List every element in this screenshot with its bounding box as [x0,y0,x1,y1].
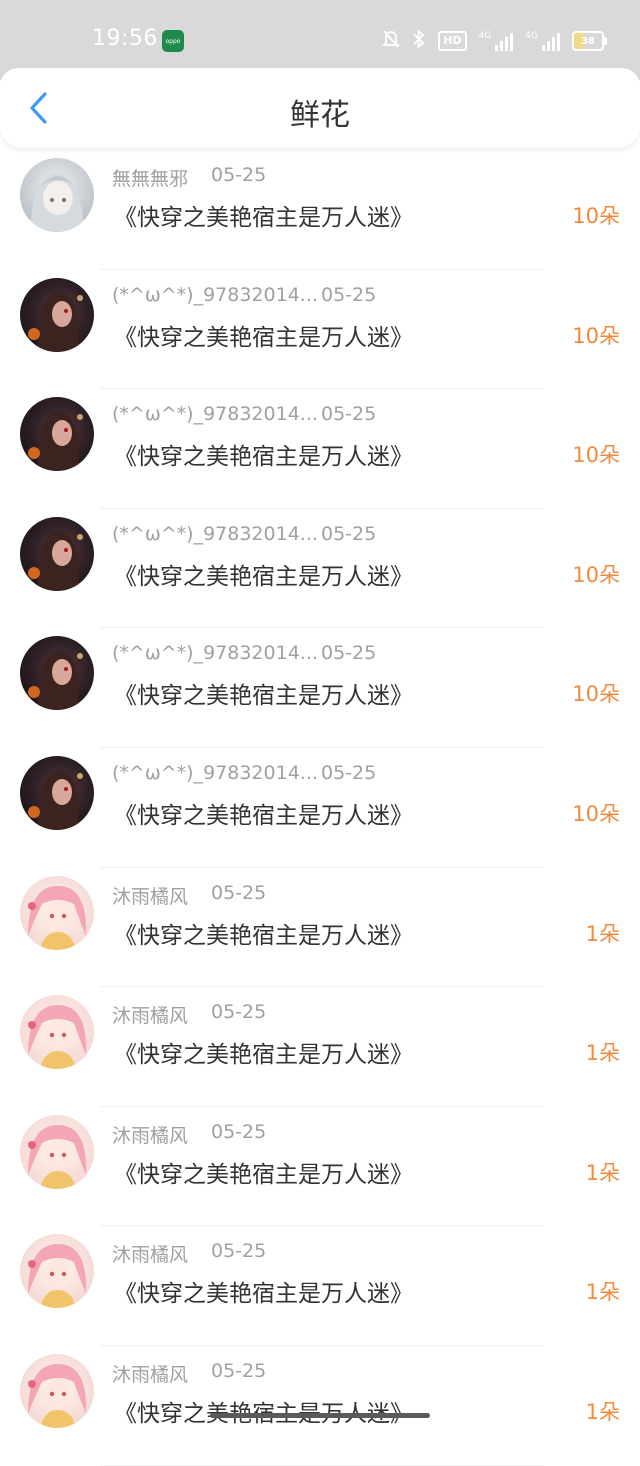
avatar[interactable] [20,1114,94,1189]
date-label: 05-25 [321,761,377,784]
date-label: 05-25 [211,1359,267,1382]
user-name[interactable]: (*^ω^*)_97832014... [112,403,318,425]
book-title[interactable]: 《快穿之美艳宿主是万人迷》 [114,796,413,830]
list-item[interactable]: 沐雨橘风 05-25 《快穿之美艳宿主是万人迷》 1朵 [0,868,640,988]
avatar[interactable] [20,158,94,232]
flower-count: 10朵 [572,562,620,587]
book-title[interactable]: 《快穿之美艳宿主是万人迷》 [114,557,413,591]
user-name[interactable]: 沐雨橘风 [112,1240,188,1267]
hd-icon: HD [438,31,467,51]
header-bar: 鲜花 [0,68,640,148]
oppo-app-icon: oppo [162,30,184,52]
flower-count: 10朵 [572,443,620,468]
page-title: 鲜花 [290,98,350,133]
avatar[interactable] [20,636,94,711]
avatar[interactable] [20,875,94,950]
date-label: 05-25 [211,1001,267,1024]
flower-list: 無無無邪 05-25 《快穿之美艳宿主是万人迷》 10朵 (*^ω^*)_9783201… [0,150,640,1466]
date-label: 05-25 [321,642,377,665]
avatar[interactable] [20,755,94,830]
list-item[interactable]: 沐雨橘风 05-25 《快穿之美艳宿主是万人迷》 1朵 [0,987,640,1107]
book-title[interactable]: 《快穿之美艳宿主是万人迷》 [114,318,413,352]
avatar[interactable] [20,1234,94,1309]
signal-icon-2: 4G [525,31,560,51]
list-item[interactable]: 沐雨橘风 05-25 《快穿之美艳宿主是万人迷》 1朵 [0,1107,640,1227]
list-item[interactable]: 無無無邪 05-25 《快穿之美艳宿主是万人迷》 10朵 [0,150,640,270]
date-label: 05-25 [211,164,267,186]
flower-count: 1朵 [585,1041,620,1066]
book-title[interactable]: 《快穿之美艳宿主是万人迷》 [114,916,413,950]
date-label: 05-25 [211,1240,267,1263]
flower-count: 10朵 [572,323,620,348]
avatar[interactable] [20,516,94,591]
flower-count: 10朵 [572,204,620,228]
list-item[interactable]: (*^ω^*)_97832014... 05-25 《快穿之美艳宿主是万人迷》 10朵 [0,389,640,509]
user-name[interactable]: 沐雨橘风 [112,1360,188,1387]
user-name[interactable]: 無無無邪 [112,164,188,191]
home-indicator[interactable] [210,1413,430,1418]
bluetooth-icon [412,28,426,54]
user-name[interactable]: (*^ω^*)_97832014... [112,284,318,306]
date-label: 05-25 [321,283,377,306]
date-label: 05-25 [211,1120,267,1143]
user-name[interactable]: (*^ω^*)_97832014... [112,642,318,664]
battery-level: 38 [581,35,595,47]
flower-count: 1朵 [585,1160,620,1185]
book-title[interactable]: 《快穿之美艳宿主是万人迷》 [114,437,413,471]
user-name[interactable]: (*^ω^*)_97832014... [112,523,318,545]
avatar[interactable] [20,995,94,1070]
avatar[interactable] [20,397,94,472]
list-item[interactable]: (*^ω^*)_97832014... 05-25 《快穿之美艳宿主是万人迷》 10朵 [0,748,640,868]
list-item[interactable]: (*^ω^*)_97832014... 05-25 《快穿之美艳宿主是万人迷》 10朵 [0,509,640,629]
user-name[interactable]: (*^ω^*)_97832014... [112,762,318,784]
date-label: 05-25 [211,881,267,904]
book-title[interactable]: 《快穿之美艳宿主是万人迷》 [114,1394,413,1428]
book-title[interactable]: 《快穿之美艳宿主是万人迷》 [114,1035,413,1069]
bell-muted-icon [382,29,401,54]
avatar[interactable] [20,1353,94,1428]
flower-count: 1朵 [585,921,620,946]
list-item[interactable]: 沐雨橘风 05-25 《快穿之美艳宿主是万人迷》 1朵 [0,1346,640,1466]
oppo-app-icon-label: oppo [165,37,181,45]
user-name[interactable]: 沐雨橘风 [112,1001,188,1028]
signal-icon: 4G [479,31,514,51]
user-name[interactable]: 沐雨橘风 [112,1121,188,1148]
signal-label: 4G [478,31,492,41]
user-name[interactable]: 沐雨橘风 [112,882,188,909]
flower-count: 1朵 [585,1399,620,1424]
flower-count: 10朵 [572,682,620,707]
list-item[interactable]: (*^ω^*)_97832014... 05-25 《快穿之美艳宿主是万人迷》 10朵 [0,628,640,748]
date-label: 05-25 [321,522,377,545]
date-label: 05-25 [321,403,377,426]
book-title[interactable]: 《快穿之美艳宿主是万人迷》 [114,676,413,710]
list-item[interactable]: 沐雨橘风 05-25 《快穿之美艳宿主是万人迷》 1朵 [0,1226,640,1346]
book-title[interactable]: 《快穿之美艳宿主是万人迷》 [114,198,413,232]
status-icons: HD 4G 4G 38 [382,28,607,54]
flower-count: 10朵 [572,801,620,826]
book-title[interactable]: 《快穿之美艳宿主是万人迷》 [114,1155,413,1189]
list-item[interactable]: (*^ω^*)_97832014... 05-25 《快穿之美艳宿主是万人迷》 10朵 [0,270,640,390]
divider [100,1464,544,1466]
signal-label-2: 4G [525,31,538,41]
book-title[interactable]: 《快穿之美艳宿主是万人迷》 [114,1274,413,1308]
status-time: 19:56 [92,26,158,51]
flower-count: 1朵 [585,1280,620,1305]
battery-icon: 38 [572,31,607,51]
avatar[interactable] [20,277,94,352]
